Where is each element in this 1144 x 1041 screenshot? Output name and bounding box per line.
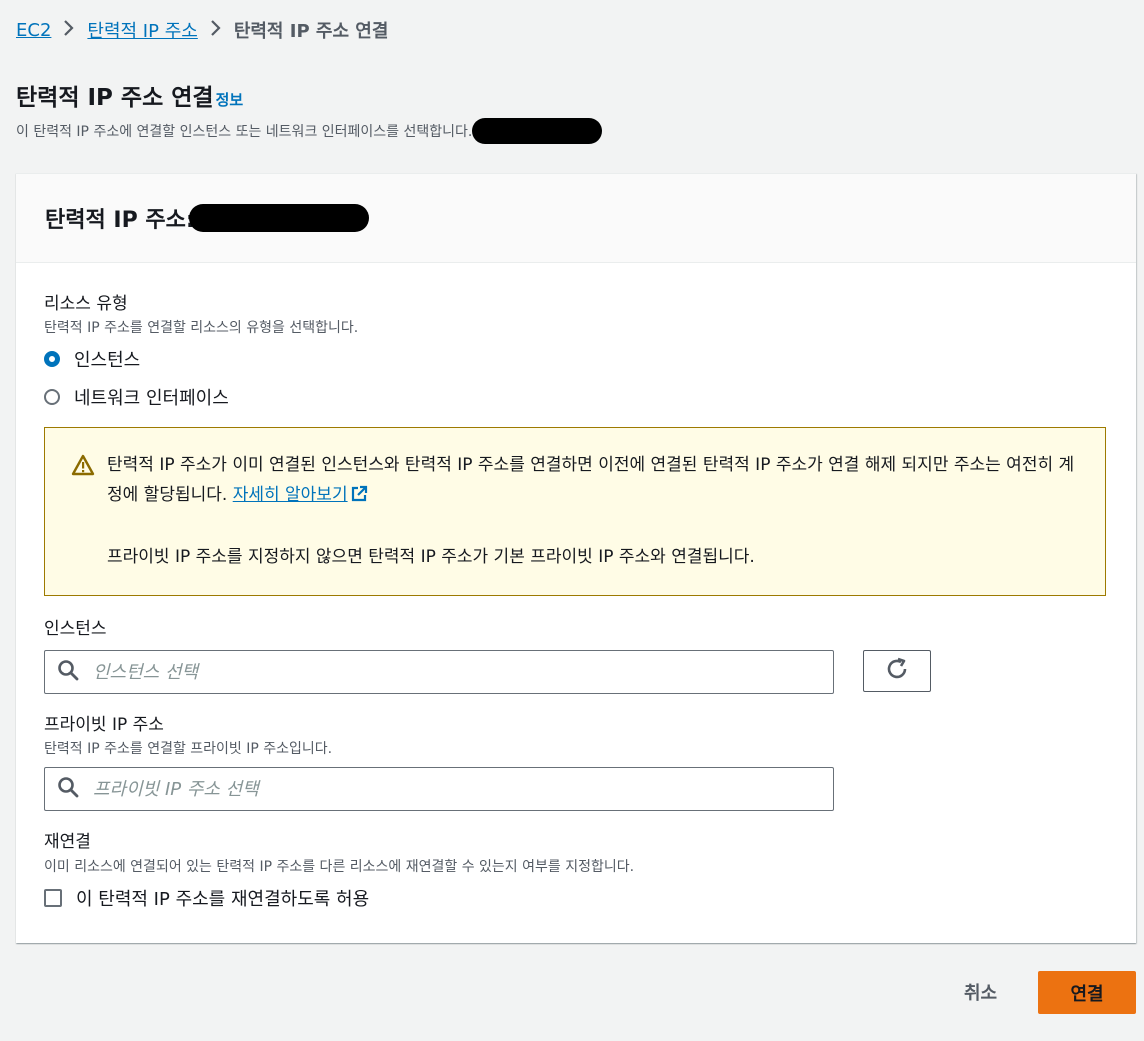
instance-select[interactable] xyxy=(44,650,834,694)
checkbox-unchecked-icon[interactable] xyxy=(44,889,62,907)
refresh-button[interactable] xyxy=(863,650,931,692)
chevron-right-icon xyxy=(63,19,75,42)
breadcrumb: EC2 탄력적 IP 주소 탄력적 IP 주소 연결 xyxy=(16,14,388,46)
warning-alert: 탄력적 IP 주소가 이미 연결된 인스턴스와 탄력적 IP 주소를 연결하면 … xyxy=(44,427,1106,596)
external-link-icon[interactable] xyxy=(348,485,368,505)
card-header: 탄력적 IP 주소: xyxy=(16,174,1136,263)
cancel-button[interactable]: 취소 xyxy=(952,972,1009,1012)
breadcrumb-current: 탄력적 IP 주소 연결 xyxy=(233,21,389,42)
page-description-text: 이 탄력적 IP 주소에 연결할 인스턴스 또는 네트워크 인터페이스를 선택합… xyxy=(16,124,473,140)
instance-search-input[interactable] xyxy=(91,660,795,684)
radio-instance-label: 인스턴스 xyxy=(74,350,141,371)
reassociation-description: 이미 리소스에 연결되어 있는 탄력적 IP 주소를 다른 리소스에 재연결할 … xyxy=(44,859,635,875)
chevron-right-icon xyxy=(210,19,222,42)
private-ip-search-input[interactable] xyxy=(91,777,795,801)
radio-checked-icon[interactable] xyxy=(44,351,60,367)
associate-button[interactable]: 연결 xyxy=(1038,971,1136,1014)
association-card: 탄력적 IP 주소: 리소스 유형 탄력적 IP 주소를 연결할 리소스의 유형… xyxy=(16,173,1136,943)
breadcrumb-ec2-link[interactable]: EC2 xyxy=(16,20,51,41)
resource-type-label: 리소스 유형 xyxy=(44,294,128,314)
redacted-block xyxy=(188,204,369,232)
radio-unchecked-icon[interactable] xyxy=(44,389,60,405)
radio-instance[interactable]: 인스턴스 xyxy=(44,346,140,372)
allow-reassociation-checkbox[interactable]: 이 탄력적 IP 주소를 재연결하도록 허용 xyxy=(44,885,369,911)
private-ip-description: 탄력적 IP 주소를 연결할 프라이빗 IP 주소입니다. xyxy=(44,741,333,757)
card-title-text: 탄력적 IP 주소: xyxy=(45,208,195,233)
learn-more-link[interactable]: 자세히 알아보기 xyxy=(233,485,348,505)
page-title: 탄력적 IP 주소 연결 정보 xyxy=(16,78,243,112)
private-ip-select[interactable] xyxy=(44,767,834,811)
private-ip-label: 프라이빗 IP 주소 xyxy=(44,715,164,735)
page-description: 이 탄력적 IP 주소에 연결할 인스턴스 또는 네트워크 인터페이스를 선택합… xyxy=(16,118,603,144)
allow-reassociation-label: 이 탄력적 IP 주소를 재연결하도록 허용 xyxy=(76,889,370,910)
card-title: 탄력적 IP 주소: xyxy=(45,202,369,234)
refresh-icon xyxy=(884,656,910,686)
info-link[interactable]: 정보 xyxy=(216,89,244,110)
alert-text-2: 프라이빗 IP 주소를 지정하지 않으면 탄력적 IP 주소가 기본 프라이빗 … xyxy=(107,547,755,567)
redacted-block xyxy=(472,118,603,144)
breadcrumb-elastic-ip-link[interactable]: 탄력적 IP 주소 xyxy=(87,17,197,43)
reassociation-label: 재연결 xyxy=(44,832,91,852)
page-title-text: 탄력적 IP 주소 연결 xyxy=(16,85,214,111)
alert-text: 탄력적 IP 주소가 이미 연결된 인스턴스와 탄력적 IP 주소를 연결하면 … xyxy=(107,450,1087,510)
radio-network-interface[interactable]: 네트워크 인터페이스 xyxy=(44,384,229,410)
radio-network-interface-label: 네트워크 인터페이스 xyxy=(74,388,229,409)
instance-label: 인스턴스 xyxy=(44,619,107,639)
search-icon xyxy=(57,776,79,802)
warning-icon xyxy=(71,454,95,480)
resource-type-description: 탄력적 IP 주소를 연결할 리소스의 유형을 선택합니다. xyxy=(44,320,359,336)
search-icon xyxy=(57,659,79,685)
